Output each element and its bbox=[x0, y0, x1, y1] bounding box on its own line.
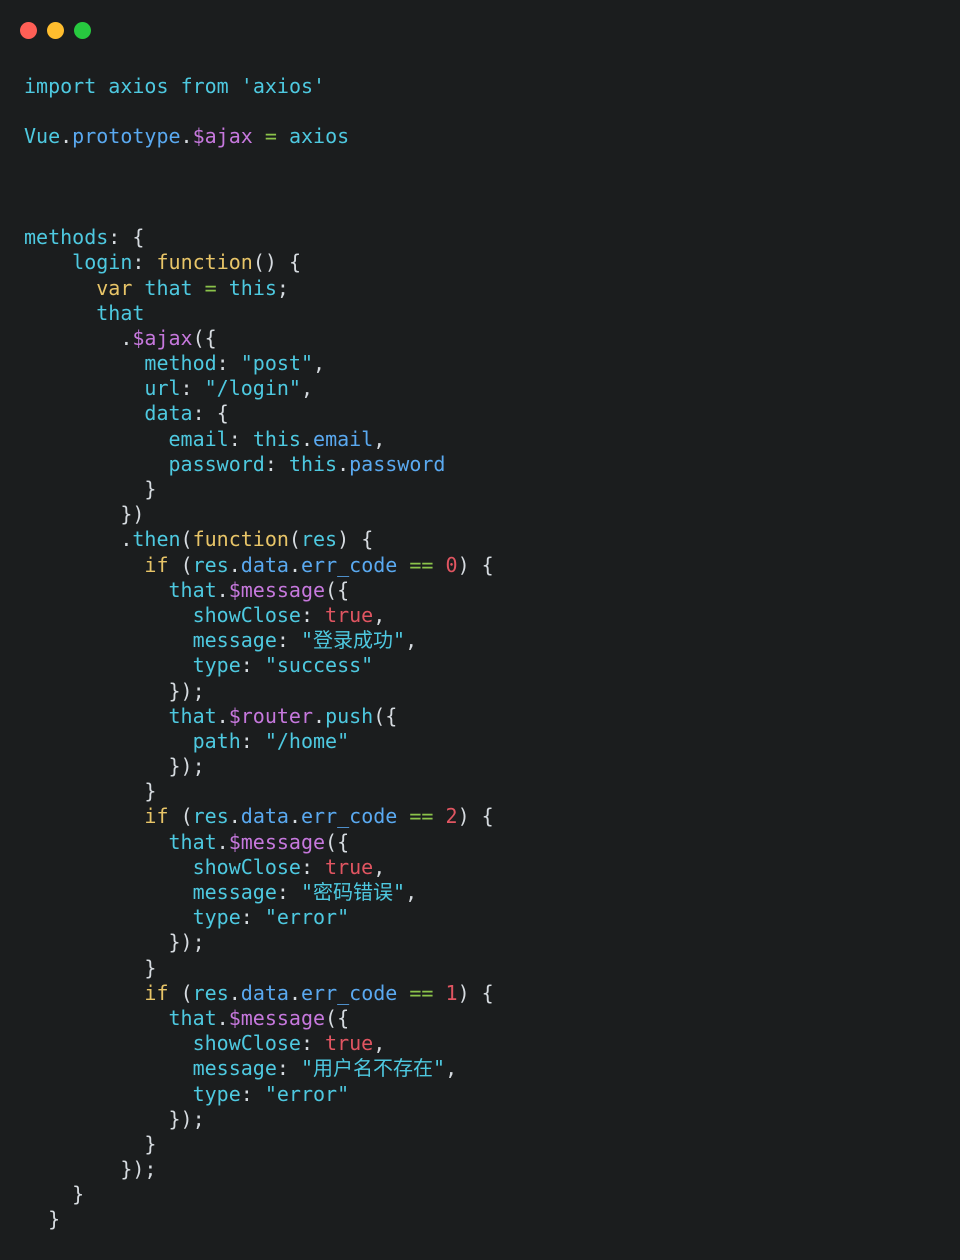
code-block[interactable]: import axios from 'axios' Vue.prototype.… bbox=[0, 60, 960, 1233]
code-line: .then(function(res) { bbox=[120, 527, 374, 552]
code-line: if (res.data.err_code == 2) { bbox=[144, 804, 494, 829]
minimize-window-button[interactable] bbox=[47, 21, 64, 39]
code-line: message: "用户名不存在", bbox=[192, 1056, 458, 1081]
code-line: } bbox=[144, 477, 157, 501]
code-line: .$ajax({ bbox=[120, 325, 217, 350]
close-window-button[interactable] bbox=[20, 21, 37, 39]
code-line: }); bbox=[168, 930, 205, 955]
code-line: that.$message({ bbox=[168, 1005, 350, 1030]
code-line: that.$router.push({ bbox=[168, 703, 398, 728]
code-line: that.$message({ bbox=[168, 577, 350, 602]
code-line: type: "success" bbox=[192, 653, 374, 678]
code-line: showClose: true, bbox=[192, 602, 386, 627]
code-line: }); bbox=[168, 678, 205, 703]
code-line: }); bbox=[168, 1106, 205, 1131]
code-line: type: "error" bbox=[192, 905, 350, 930]
code-line: method: "post", bbox=[144, 351, 326, 376]
code-line: message: "密码错误", bbox=[192, 880, 418, 904]
code-line: }); bbox=[120, 1157, 157, 1182]
code-line: that bbox=[96, 300, 145, 325]
code-line: }); bbox=[168, 754, 205, 779]
code-window: import axios from 'axios' Vue.prototype.… bbox=[0, 0, 960, 1260]
code-line: message: "登录成功", bbox=[192, 628, 418, 653]
code-line: type: "error" bbox=[192, 1081, 350, 1106]
code-line: showClose: true, bbox=[192, 1031, 386, 1056]
code-line: } bbox=[144, 779, 157, 804]
code-line: url: "/login", bbox=[144, 376, 314, 401]
code-line: Vue.prototype.$ajax = axios bbox=[24, 124, 350, 149]
code-line: if (res.data.err_code == 0) { bbox=[144, 552, 494, 577]
code-line: that.$message({ bbox=[168, 829, 350, 854]
code-line: email: this.email, bbox=[168, 426, 386, 451]
code-line: } bbox=[48, 1207, 61, 1232]
code-line: } bbox=[144, 955, 157, 980]
code-line: var that = this; bbox=[96, 275, 289, 300]
code-line: } bbox=[72, 1182, 85, 1207]
code-line: if (res.data.err_code == 1) { bbox=[144, 980, 494, 1005]
zoom-window-button[interactable] bbox=[74, 21, 91, 39]
code-line: import axios from 'axios' bbox=[24, 74, 326, 98]
code-line: }) bbox=[120, 502, 145, 527]
code-line: password: this.password bbox=[168, 451, 446, 476]
code-line: data: { bbox=[144, 401, 229, 426]
code-line: } bbox=[144, 1131, 157, 1156]
code-line: login: function() { bbox=[72, 250, 301, 275]
code-line: path: "/home" bbox=[192, 728, 350, 753]
code-line: methods: { bbox=[24, 225, 145, 250]
code-line: showClose: true, bbox=[192, 854, 386, 879]
window-titlebar bbox=[0, 0, 960, 60]
